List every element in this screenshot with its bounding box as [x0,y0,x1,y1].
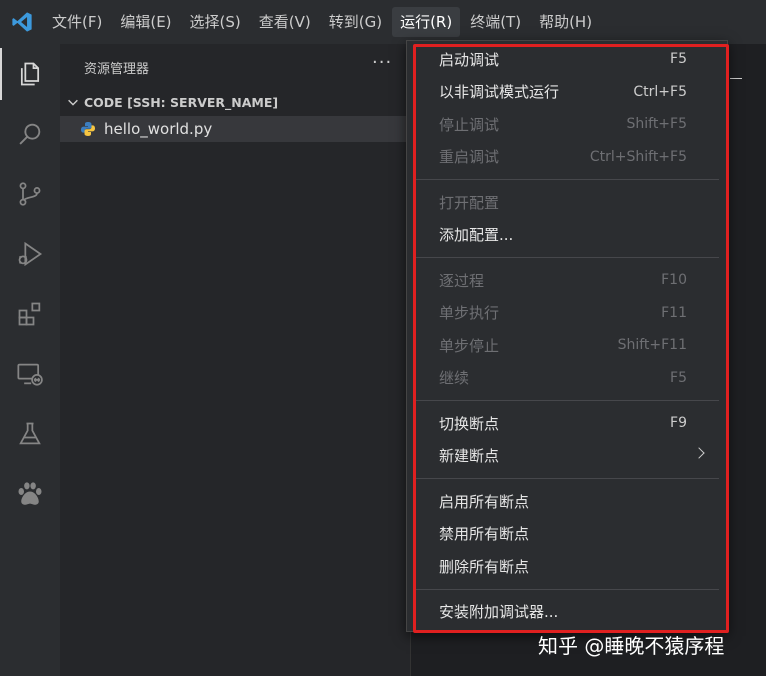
menu-item[interactable]: 转到(G) [321,7,390,37]
source-control-icon[interactable] [0,164,60,224]
menu-bar: 文件(F) 编辑(E) 选择(S) 查看(V) 转到(G) 运行(R) 终端(T) 帮助(H) [0,0,766,44]
chevron-right-icon [693,446,705,459]
sidebar-title: 资源管理器 [84,62,150,77]
menu-separator [415,179,719,180]
shortcut-label: F10 [661,272,687,289]
shortcut-label: F5 [670,369,687,386]
run-menu-dropdown: 启动调试 F5 以非调试模式运行 Ctrl+F5 停止调试 Shift+F5 重启调试 Ctr… [406,40,728,632]
explorer-sidebar: 资源管理器 ··· CODE [SSH: SERVER_NAME] hello_… [60,44,410,676]
run-menu-item-label: 逐过程 [439,271,485,290]
folder-label: CODE [SSH: SERVER_NAME] [84,94,279,110]
shortcut-label: Shift+F11 [617,337,687,354]
menu-item[interactable]: 选择(S) [182,7,249,37]
run-menu-item[interactable]: 安装附加调试器... [407,596,727,629]
shortcut-label: Ctrl+F5 [633,83,687,100]
run-menu-item-label: 重启调试 [439,148,500,167]
run-menu-item[interactable]: 启用所有断点 [407,485,727,518]
shortcut-label: F9 [670,415,687,432]
run-menu-item[interactable]: 重启调试 Ctrl+Shift+F5 [407,141,727,174]
more-actions-button[interactable]: ··· [372,52,392,73]
run-menu-item-label: 单步停止 [439,336,500,355]
remote-explorer-icon[interactable] [0,344,60,404]
chevron-down-icon [68,99,78,106]
python-file-icon [81,122,95,136]
run-menu-item[interactable]: 启动调试 F5 [407,43,727,76]
menu-item[interactable]: 查看(V) [251,7,319,37]
run-menu-item[interactable]: 单步停止 Shift+F11 [407,329,727,362]
run-menu-item-label: 安装附加调试器... [439,603,559,622]
testing-icon[interactable] [0,404,60,464]
menu-item[interactable]: 终端(T) [462,7,529,37]
run-debug-icon[interactable] [0,224,60,284]
vscode-logo-icon [0,0,44,44]
run-menu-item-label: 启用所有断点 [439,492,530,511]
collapse-icon[interactable] [730,78,742,79]
run-menu-item[interactable]: 添加配置... [407,219,727,252]
shortcut-label: Ctrl+Shift+F5 [589,148,687,165]
run-menu-item-label: 继续 [439,369,470,388]
menu-item[interactable]: 帮助(H) [531,7,600,37]
menu-item[interactable]: 文件(F) [44,7,110,37]
run-menu-item-label: 删除所有断点 [439,557,530,576]
extensions-icon[interactable] [0,284,60,344]
run-menu-item-label: 添加配置... [439,226,514,245]
run-menu-item-label: 停止调试 [439,115,500,134]
watermark: 知乎 @睡晚不猿序程 [538,634,725,658]
run-menu-item[interactable]: 新建断点 [407,440,727,473]
activity-bar [0,44,60,676]
run-menu-item[interactable]: 以非调试模式运行 Ctrl+F5 [407,76,727,109]
run-menu-item[interactable]: 单步执行 F11 [407,297,727,330]
shortcut-label: F11 [661,304,687,321]
run-menu-item[interactable]: 逐过程 F10 [407,264,727,297]
file-label: hello_world.py [104,120,213,138]
run-menu-item-label: 以非调试模式运行 [439,83,560,102]
run-menu-item-label: 启动调试 [439,50,500,69]
paw-icon[interactable] [0,464,60,524]
run-menu-item-label: 切换断点 [439,414,500,433]
run-menu-item[interactable]: 继续 F5 [407,362,727,395]
menu-separator [415,588,719,590]
run-menu-item-label: 单步执行 [439,304,500,323]
run-menu-item-label: 禁用所有断点 [439,525,530,544]
run-menu-item-label: 打开配置 [439,193,500,212]
search-icon[interactable] [0,104,60,164]
run-menu-item[interactable]: 打开配置 [407,186,727,219]
menu-separator [415,478,719,479]
run-menu-item[interactable]: 禁用所有断点 [407,518,727,551]
file-item[interactable]: hello_world.py [60,116,410,142]
menu-separator [415,400,719,401]
menu-item[interactable]: 编辑(E) [112,7,179,37]
shortcut-label: F5 [670,51,687,68]
folder-row[interactable]: CODE [SSH: SERVER_NAME] [60,90,410,114]
run-menu-item[interactable]: 删除所有断点 [407,550,727,583]
explorer-icon[interactable] [0,44,60,104]
run-menu-item-label: 新建断点 [439,447,500,466]
shortcut-label: Shift+F5 [626,116,687,133]
run-menu-item[interactable]: 切换断点 F9 [407,407,727,440]
menu-separator [415,257,719,258]
run-menu-item[interactable]: 停止调试 Shift+F5 [407,108,727,141]
menu-item[interactable]: 运行(R) [392,7,461,37]
